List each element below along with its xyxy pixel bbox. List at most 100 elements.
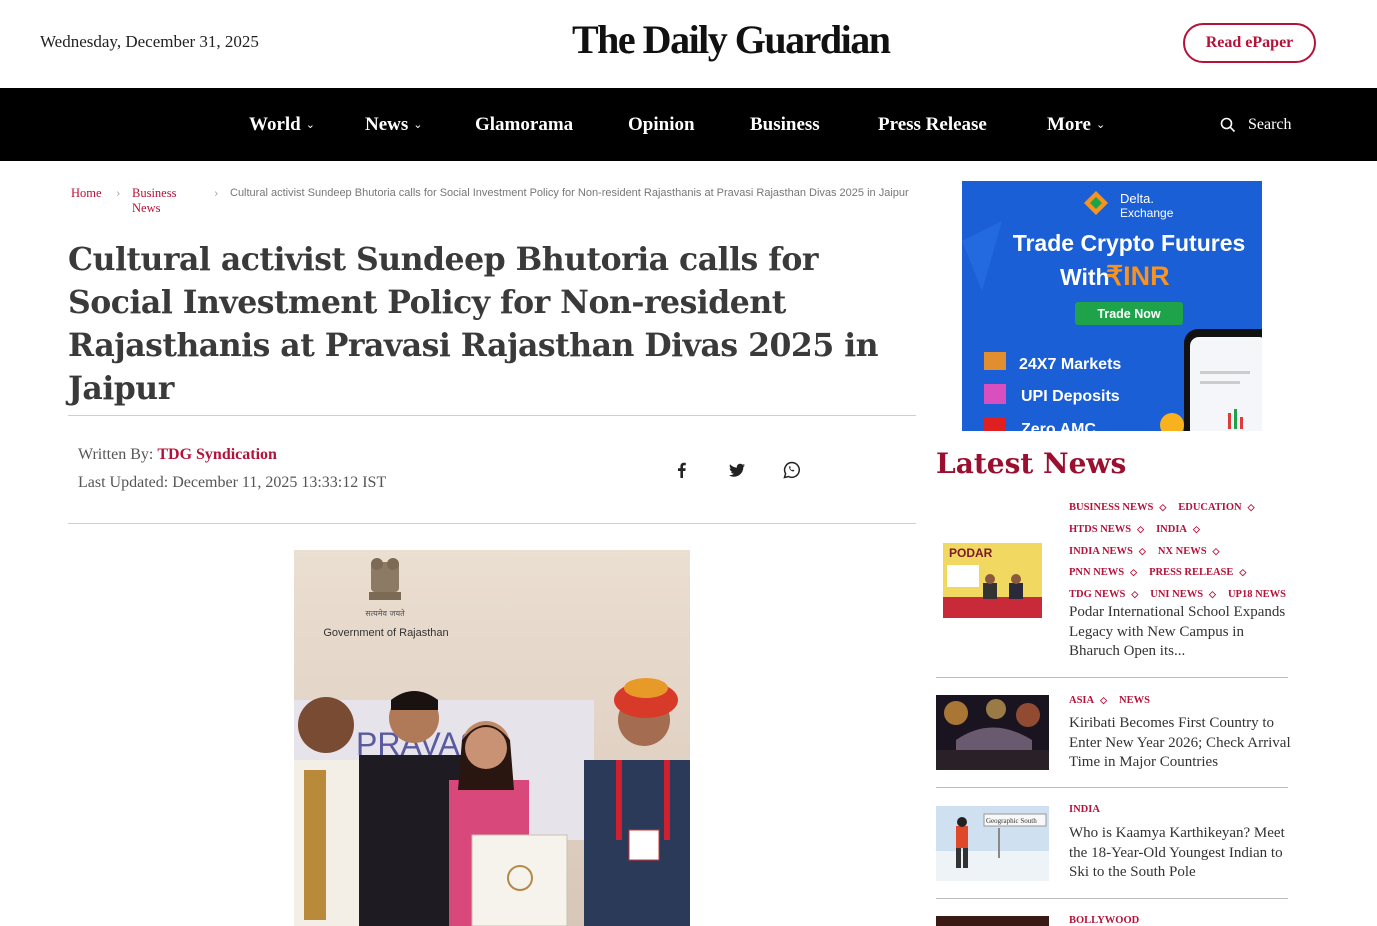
breadcrumb-current: Cultural activist Sundeep Bhutoria calls…: [230, 187, 909, 199]
nav-item-glamorama[interactable]: Glamorama: [475, 88, 573, 161]
author-link[interactable]: TDG Syndication: [157, 446, 277, 463]
list-item[interactable]: BOLLYWOOD: [936, 911, 1288, 926]
nav-item-more[interactable]: More ⌄: [1047, 88, 1105, 161]
latest-news-title: Latest News: [936, 447, 1127, 480]
tag-link[interactable]: HTDS NEWS: [1069, 524, 1131, 535]
ad-headline-accent: ₹INR: [1106, 261, 1170, 291]
read-epaper-button[interactable]: Read ePaper: [1183, 23, 1316, 63]
nav-item-press-release[interactable]: Press Release: [878, 88, 987, 161]
news-title[interactable]: Podar International School Expands Legac…: [1069, 603, 1291, 662]
top-header: Wednesday, December 31, 2025 The Daily G…: [0, 0, 1377, 88]
tag-link[interactable]: BUSINESS NEWS: [1069, 502, 1153, 513]
news-tags: ASIA ◇ NEWS: [1069, 690, 1156, 712]
news-thumbnail[interactable]: Geographic South: [936, 806, 1049, 881]
tag-link[interactable]: INDIA NEWS: [1069, 546, 1133, 557]
divider: [68, 415, 916, 416]
news-thumbnail[interactable]: [936, 916, 1049, 926]
tag-link[interactable]: ASIA: [1069, 695, 1094, 706]
ad-feature: UPI Deposits: [1021, 388, 1120, 405]
news-thumbnail-image: Geographic South: [936, 806, 1049, 881]
news-title[interactable]: Who is Kaamya Karthikeyan? Meet the 18-Y…: [1069, 824, 1291, 883]
diamond-icon: ◇: [1100, 695, 1108, 705]
tag-link[interactable]: TDG NEWS: [1069, 589, 1125, 600]
diamond-icon: ◇: [1137, 523, 1145, 534]
nav-item-business[interactable]: Business: [750, 88, 820, 161]
breadcrumb-home[interactable]: Home: [71, 186, 102, 201]
article-headline: Cultural activist Sundeep Bhutoria calls…: [68, 241, 879, 407]
photo-caption-text: Government of Rajasthan: [323, 627, 448, 639]
ad-brand-sub: Exchange: [1120, 206, 1174, 220]
nav-item-opinion[interactable]: Opinion: [628, 88, 695, 161]
list-item[interactable]: Geographic South INDIA Who is Kaamya Kar…: [936, 800, 1288, 890]
diamond-icon: ◇: [1159, 502, 1167, 512]
diamond-icon: ◇: [1212, 545, 1220, 556]
list-item[interactable]: ASIA ◇ NEWS Kiribati Becomes First Country…: [936, 690, 1291, 780]
ad-brand: Delta.: [1120, 191, 1154, 206]
tag-link[interactable]: NEWS: [1119, 695, 1150, 706]
last-updated: Last Updated: December 11, 2025 13:33:12…: [78, 474, 387, 491]
svg-text:PODAR: PODAR: [949, 546, 993, 560]
ad-creative: Delta. Exchange Trade Crypto Futures Wit…: [962, 181, 1262, 431]
breadcrumb-section-line: News: [132, 201, 161, 215]
tag-link[interactable]: INDIA: [1156, 524, 1187, 535]
nav-item-label: News: [365, 113, 409, 135]
news-thumbnail-image: [936, 695, 1049, 770]
twitter-icon[interactable]: [728, 461, 746, 479]
ad-feature: Zero AMC: [1021, 421, 1096, 431]
search-button[interactable]: Search: [1220, 88, 1292, 161]
search-label: Search: [1248, 115, 1292, 133]
news-tags: BOLLYWOOD: [1069, 911, 1145, 926]
chevron-down-icon: ⌄: [305, 119, 315, 131]
search-icon: [1220, 117, 1236, 132]
news-tags: BUSINESS NEWS ◇ EDUCATION ◇ HTDS NEWS ◇ INDIA…: [1069, 497, 1292, 606]
divider: [936, 787, 1288, 788]
byline: Written By: TDG Syndication: [78, 446, 277, 464]
tag-link[interactable]: PNN NEWS: [1069, 567, 1124, 578]
article-photo: सत्यमेव जयते Government of Rajasthan PRA…: [294, 550, 690, 926]
diamond-icon: ◇: [1209, 589, 1216, 600]
nav-item-label: More: [1047, 113, 1091, 135]
diamond-icon: ◇: [1239, 567, 1247, 578]
news-thumbnail[interactable]: PODAR: [943, 543, 1042, 618]
divider: [936, 898, 1288, 899]
written-by-label: Written By:: [78, 446, 158, 463]
news-thumbnail[interactable]: [936, 695, 1049, 770]
divider: [68, 523, 916, 524]
site-logo[interactable]: The Daily Guardian: [572, 16, 891, 63]
tag-link[interactable]: UNI NEWS: [1150, 589, 1203, 600]
tag-link[interactable]: NX NEWS: [1158, 546, 1207, 557]
divider: [936, 677, 1288, 678]
nav-item-label: Opinion: [628, 113, 695, 135]
whatsapp-icon[interactable]: [783, 461, 801, 479]
svg-text:Geographic South: Geographic South: [986, 817, 1037, 825]
tag-link[interactable]: INDIA: [1069, 804, 1100, 815]
nav-item-label: World: [249, 113, 301, 135]
diamond-icon: ◇: [1131, 589, 1139, 600]
diamond-icon: ◇: [1247, 502, 1255, 512]
list-item[interactable]: PODAR BUSINESS NEWS ◇ EDUCATION ◇ HTDS NEWS…: [936, 497, 1288, 667]
tag-link[interactable]: BOLLYWOOD: [1069, 915, 1139, 926]
nav-item-label: Press Release: [878, 113, 987, 135]
nav-item-world[interactable]: World ⌄: [249, 88, 315, 161]
ad-headline-line1: Trade Crypto Futures: [1013, 230, 1246, 256]
breadcrumb-section[interactable]: Business News: [132, 186, 176, 216]
nav-item-news[interactable]: News ⌄: [365, 88, 423, 161]
article-photo-image: सत्यमेव जयते Government of Rajasthan PRA…: [294, 550, 690, 926]
ad-feature: 24X7 Markets: [1019, 356, 1121, 373]
photo-emblem-text: सत्यमेव जयते: [365, 608, 405, 618]
tag-link[interactable]: PRESS RELEASE: [1149, 567, 1233, 578]
facebook-icon[interactable]: [673, 461, 691, 479]
diamond-icon: ◇: [1193, 523, 1200, 534]
ad-headline-prefix: With: [1060, 264, 1110, 290]
tag-link[interactable]: UP18 NEWS: [1228, 589, 1286, 600]
diamond-icon: ◇: [1138, 545, 1146, 556]
diamond-icon: ◇: [1130, 567, 1138, 578]
tag-link[interactable]: EDUCATION: [1178, 502, 1241, 513]
main-nav: World ⌄ News ⌄ Glamorama Opinion Business …: [0, 88, 1377, 161]
breadcrumb-separator: ›: [214, 187, 219, 200]
news-title[interactable]: Kiribati Becomes First Country to Enter …: [1069, 714, 1291, 773]
advertisement-banner[interactable]: Delta. Exchange Trade Crypto Futures Wit…: [962, 181, 1262, 431]
breadcrumb-section-line: Business: [132, 186, 177, 200]
chevron-down-icon: ⌄: [413, 119, 423, 131]
current-date: Wednesday, December 31, 2025: [40, 32, 259, 51]
